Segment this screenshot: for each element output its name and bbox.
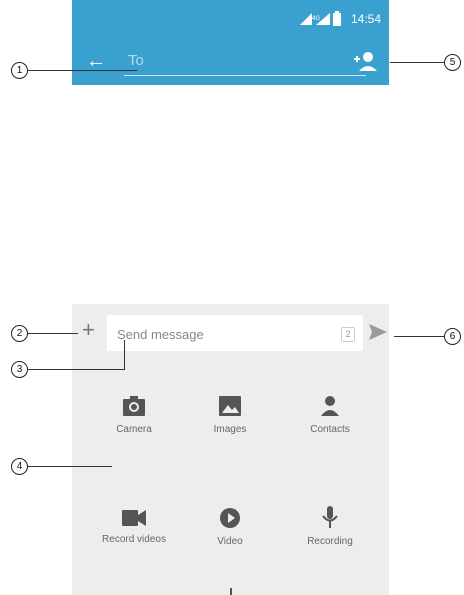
camera-icon	[123, 396, 145, 416]
network-label: 4G	[312, 16, 320, 22]
attach-contacts-label: Contacts	[310, 424, 350, 435]
message-box: 2	[107, 315, 363, 351]
attach-contacts[interactable]: Contacts	[280, 396, 380, 435]
attach-video-label: Video	[217, 536, 243, 547]
send-icon[interactable]	[369, 324, 387, 340]
attach-images[interactable]: Images	[180, 396, 280, 435]
sms-counter: 2	[341, 327, 355, 342]
callout-line-6	[394, 336, 444, 337]
record-video-icon	[122, 510, 146, 526]
callout-line-3b	[124, 340, 125, 370]
signal-icon: 4G	[300, 13, 330, 25]
callout-line-2	[28, 333, 78, 334]
attach-images-label: Images	[213, 424, 247, 435]
callout-5: 5	[444, 54, 461, 71]
microphone-icon	[322, 506, 338, 528]
callout-line-4	[28, 466, 112, 467]
add-contact-icon[interactable]	[352, 50, 378, 72]
attach-recording-label: Recording	[307, 536, 353, 547]
callout-1: 1	[11, 62, 28, 79]
contacts-icon	[321, 396, 339, 416]
phone-screen: 4G 14:54 ← To + 2	[72, 0, 389, 595]
attach-camera-label: Camera	[116, 424, 152, 435]
callout-line-1	[27, 70, 137, 71]
message-input[interactable]	[115, 322, 319, 346]
attach-camera[interactable]: Camera	[84, 396, 184, 435]
attach-video[interactable]: Video	[180, 508, 280, 547]
callout-3: 3	[11, 361, 28, 378]
status-bar: 4G 14:54	[72, 0, 389, 38]
callout-line-3a	[28, 369, 125, 370]
attach-plus-button[interactable]: +	[82, 319, 95, 341]
to-field[interactable]: To	[128, 52, 144, 69]
compose-panel: + 2 Camera Images	[72, 304, 389, 595]
attach-record-videos-label: Record videos	[102, 534, 166, 545]
callout-2: 2	[11, 325, 28, 342]
callout-line-5	[390, 62, 444, 63]
back-arrow-icon[interactable]: ←	[86, 51, 106, 71]
recipient-bar: ← To	[72, 38, 389, 85]
status-time: 14:54	[350, 12, 381, 26]
to-field-underline	[124, 75, 366, 76]
video-play-icon	[220, 508, 240, 528]
images-icon	[219, 396, 241, 416]
battery-icon	[333, 11, 341, 26]
bottom-handle	[230, 588, 232, 595]
conversation-area	[72, 85, 389, 304]
attach-record-videos[interactable]: Record videos	[84, 510, 184, 545]
callout-6: 6	[444, 328, 461, 345]
attach-recording[interactable]: Recording	[280, 506, 380, 547]
callout-4: 4	[11, 458, 28, 475]
